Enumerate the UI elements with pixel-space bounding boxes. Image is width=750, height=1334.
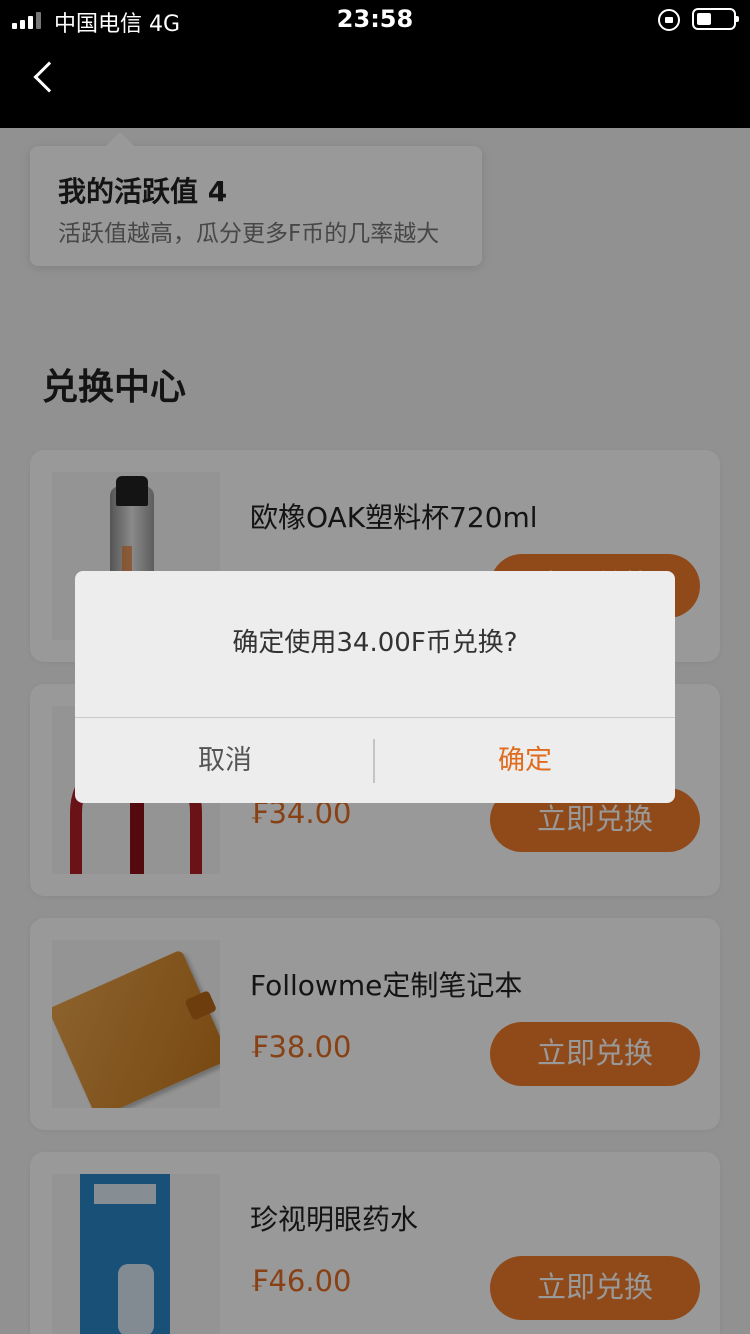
confirm-button[interactable]: 确定 xyxy=(375,718,675,803)
battery-icon xyxy=(692,8,739,30)
clock: 23:58 xyxy=(336,5,414,33)
lock-rotation-icon xyxy=(658,9,680,31)
back-button[interactable] xyxy=(20,56,65,104)
cancel-button[interactable]: 取消 xyxy=(75,718,375,803)
status-bar: 中国电信 4G 23:58 xyxy=(0,0,750,40)
confirm-dialog: 确定使用34.00F币兑换? 取消 确定 xyxy=(75,571,675,803)
back-arrow-icon xyxy=(33,61,65,93)
dialog-message: 确定使用34.00F币兑换? xyxy=(75,571,675,718)
top-bar: 中国电信 4G 23:58 xyxy=(0,0,750,128)
